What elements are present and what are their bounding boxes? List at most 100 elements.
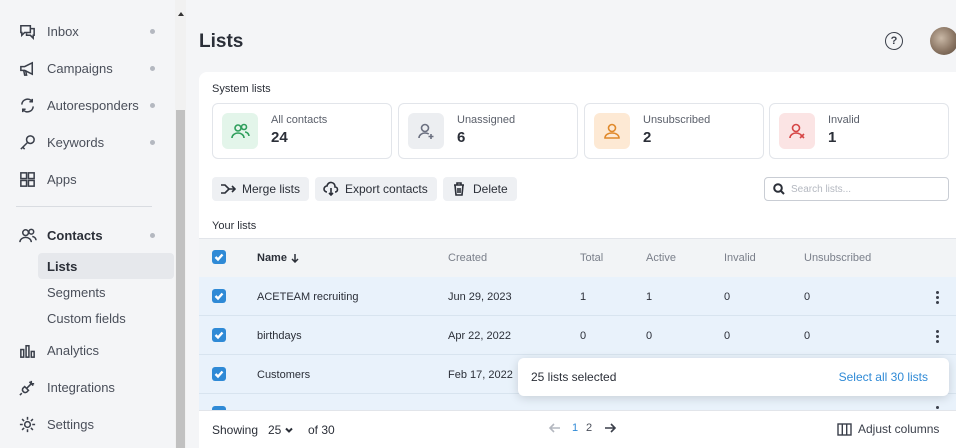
row-total: 1 xyxy=(580,291,587,303)
prev-page-icon[interactable] xyxy=(548,421,562,435)
check-icon xyxy=(214,253,224,262)
row-total: 0 xyxy=(580,330,587,342)
sidebar-subitem-lists[interactable]: Lists xyxy=(38,253,174,279)
row-checkbox[interactable] xyxy=(212,328,226,342)
total-count: of 30 xyxy=(308,423,335,437)
sidebar-item-label: Autoresponders xyxy=(47,97,139,113)
trash-icon xyxy=(454,182,464,196)
contacts-icon xyxy=(222,113,258,149)
sidebar-item-label: Contacts xyxy=(47,227,103,243)
column-header-invalid[interactable]: Invalid xyxy=(724,252,756,264)
sidebar-item-label: Analytics xyxy=(47,342,100,358)
delete-label: Delete xyxy=(473,182,508,196)
sidebar-subitem-custom-fields[interactable]: Custom fields xyxy=(38,305,174,331)
selected-count: 25 lists selected xyxy=(531,370,617,384)
sidebar-item-contacts[interactable]: Contacts xyxy=(0,220,175,250)
select-all-link[interactable]: Select all 30 lists xyxy=(839,370,928,384)
search-input[interactable] xyxy=(791,183,941,195)
row-more-icon[interactable] xyxy=(935,291,939,304)
row-active: 0 xyxy=(646,330,653,342)
sidebar-item-label: Keywords xyxy=(47,134,105,150)
system-tile-unsubscribed[interactable]: Unsubscribed 2 xyxy=(584,103,764,159)
tile-label: Invalid xyxy=(828,114,860,126)
user-plus-icon xyxy=(408,113,444,149)
row-created: Jun 29, 2023 xyxy=(448,291,512,303)
sidebar-item-campaigns[interactable]: Campaigns xyxy=(0,53,175,83)
merge-lists-label: Merge lists xyxy=(242,182,301,196)
your-lists-label: Your lists xyxy=(212,220,257,232)
export-contacts-button[interactable]: Export contacts xyxy=(315,177,437,201)
tile-count: 1 xyxy=(828,129,837,146)
sidebar-subitem-segments[interactable]: Segments xyxy=(38,279,174,305)
page-title: Lists xyxy=(199,31,244,52)
export-contacts-label: Export contacts xyxy=(345,182,428,196)
delete-button[interactable]: Delete xyxy=(443,177,517,201)
select-all-checkbox[interactable] xyxy=(212,250,226,264)
refresh-arrows-icon xyxy=(17,95,37,115)
help-glyph: ? xyxy=(890,35,898,47)
sidebar-item-settings[interactable]: Settings xyxy=(0,409,175,439)
per-page-value: 25 xyxy=(268,423,282,437)
column-header-name[interactable]: Name xyxy=(257,252,300,264)
adjust-columns-button[interactable]: Adjust columns xyxy=(837,422,939,436)
status-dot xyxy=(150,28,155,34)
key-icon xyxy=(17,132,37,152)
page-1-link[interactable]: 1 xyxy=(572,422,578,434)
tile-label: All contacts xyxy=(271,114,328,126)
check-icon xyxy=(214,370,224,379)
row-invalid: 0 xyxy=(724,291,731,303)
tile-count: 24 xyxy=(271,129,288,146)
sort-down-arrow-icon xyxy=(291,254,299,263)
sidebar-item-label: Settings xyxy=(47,416,94,432)
merge-lists-button[interactable]: Merge lists xyxy=(212,177,310,201)
system-tile-invalid[interactable]: Invalid 1 xyxy=(769,103,949,159)
row-more-icon[interactable] xyxy=(935,330,939,343)
next-page-icon[interactable] xyxy=(603,421,617,435)
row-checkbox[interactable] xyxy=(212,289,226,303)
status-dot xyxy=(150,232,155,238)
chevron-down-icon xyxy=(285,427,294,433)
column-header-created[interactable]: Created xyxy=(448,252,487,264)
sidebar-item-keywords[interactable]: Keywords xyxy=(0,127,175,157)
sidebar: Inbox Campaigns Autoresponders Keywords … xyxy=(0,0,175,448)
row-active: 1 xyxy=(646,291,653,303)
system-tile-all-contacts[interactable]: All contacts 24 xyxy=(212,103,392,159)
page-2-link[interactable]: 2 xyxy=(586,422,592,434)
sidebar-item-analytics[interactable]: Analytics xyxy=(0,335,175,365)
per-page-select[interactable]: 25 xyxy=(268,423,294,437)
column-header-unsubscribed[interactable]: Unsubscribed xyxy=(804,252,871,264)
sidebar-item-autoresponders[interactable]: Autoresponders xyxy=(0,90,175,120)
scrollbar-thumb[interactable] xyxy=(176,110,185,448)
bar-chart-icon xyxy=(17,340,37,360)
row-name-link[interactable]: Customers xyxy=(257,369,310,381)
sidebar-item-label: Apps xyxy=(47,171,77,187)
adjust-columns-label: Adjust columns xyxy=(858,422,940,436)
column-name-label: Name xyxy=(257,252,287,264)
system-tile-unassigned[interactable]: Unassigned 6 xyxy=(398,103,578,159)
avatar[interactable] xyxy=(930,27,956,55)
scroll-up-arrow-icon[interactable] xyxy=(178,12,184,16)
table-row[interactable] xyxy=(199,316,956,355)
sidebar-item-apps[interactable]: Apps xyxy=(0,164,175,194)
search-field[interactable] xyxy=(764,177,949,201)
row-checkbox[interactable] xyxy=(212,367,226,381)
column-header-active[interactable]: Active xyxy=(646,252,676,264)
row-name-link[interactable]: ACETEAM recruiting xyxy=(257,291,358,303)
table-row[interactable] xyxy=(199,394,956,410)
chat-bubbles-icon xyxy=(17,21,37,41)
row-unsubscribed: 0 xyxy=(804,330,811,342)
row-created: Feb 17, 2022 xyxy=(448,369,513,381)
status-dot xyxy=(150,139,155,145)
plug-icon xyxy=(17,377,37,397)
help-icon[interactable]: ? xyxy=(885,32,903,50)
grid-icon xyxy=(17,169,37,189)
sidebar-item-integrations[interactable]: Integrations xyxy=(0,372,175,402)
contacts-icon xyxy=(17,225,37,245)
sidebar-item-inbox[interactable]: Inbox xyxy=(0,16,175,46)
gear-icon xyxy=(17,414,37,434)
row-name-link[interactable]: birthdays xyxy=(257,330,302,342)
showing-label: Showing xyxy=(212,423,259,437)
sidebar-item-label: Inbox xyxy=(47,23,79,39)
column-header-total[interactable]: Total xyxy=(580,252,603,264)
user-icon xyxy=(594,113,630,149)
